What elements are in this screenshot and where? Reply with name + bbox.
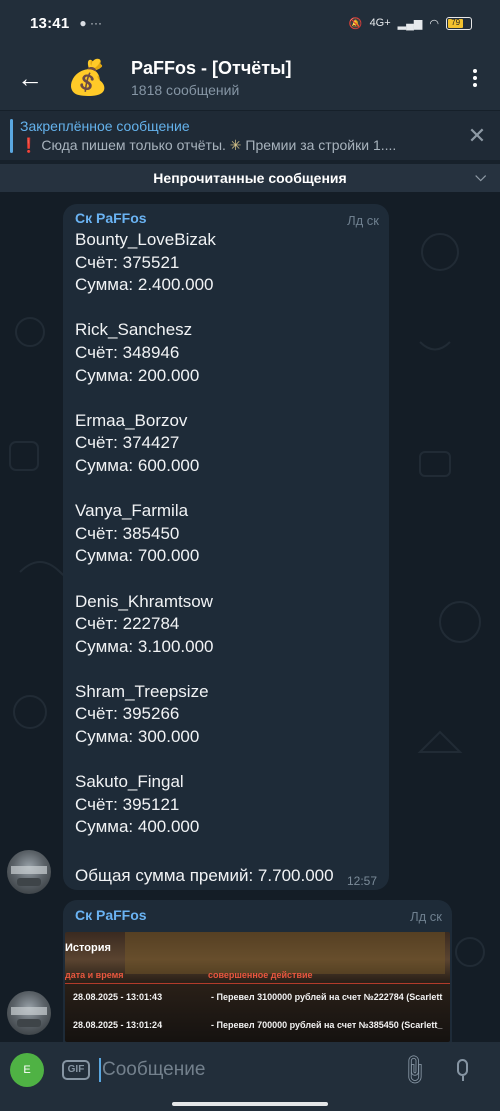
status-bar: 13:41 ● ··· 🔕 4G+ ▂▄▆ ◠ 79 xyxy=(0,0,500,46)
pinned-text-part2: Премии за стройки xyxy=(245,136,370,153)
avatar[interactable] xyxy=(7,850,51,894)
close-icon[interactable]: ✕ xyxy=(454,123,500,149)
unread-label: Непрочитанные сообщения xyxy=(153,170,347,186)
sender-badge: Лд ск xyxy=(410,909,442,924)
pinned-text-ellipsis: 1.... xyxy=(372,136,397,153)
entry-account: Счёт: 222784 xyxy=(75,614,180,634)
entry-account: Счёт: 375521 xyxy=(75,252,180,272)
battery-level: 79 xyxy=(448,18,464,28)
wifi-icon: ◠ xyxy=(429,17,439,30)
chat-title-block[interactable]: PaFFos - [Отчёты] 1818 сообщений xyxy=(131,58,291,98)
chat-header: ← 💰 PaFFos - [Отчёты] 1818 сообщений xyxy=(0,46,500,110)
entry-name: Denis_Khramtsow xyxy=(75,591,213,611)
exclamation-icon: ❗ xyxy=(20,136,38,153)
entry-name: Bounty_LoveBizak xyxy=(75,230,216,249)
entry-sum: Сумма: 200.000 xyxy=(75,365,200,385)
message-image[interactable]: История дата и время совершенное действи… xyxy=(65,932,450,1042)
entry-sum: Сумма: 700.000 xyxy=(75,546,200,566)
message-input[interactable] xyxy=(102,1058,392,1081)
chat-title: PaFFos - [Отчёты] xyxy=(131,58,292,78)
more-options-icon[interactable] xyxy=(450,69,500,87)
entry-name: Sakuto_Fingal xyxy=(75,772,184,792)
entry-sum: Сумма: 2.400.000 xyxy=(75,275,214,295)
gif-icon[interactable]: GIF xyxy=(62,1059,90,1080)
chat-area[interactable]: Ск PaFFos Лд ск Bounty_LoveBizak Счёт: 3… xyxy=(0,192,500,1042)
home-indicator[interactable] xyxy=(172,1102,328,1106)
battery-icon: 79 xyxy=(446,16,472,30)
entry-name: Rick_Sanchesz xyxy=(75,320,193,340)
entry-sum: Сумма: 600.000 xyxy=(75,455,200,475)
message-bubble[interactable]: Ск PaFFos Лд ск Bounty_LoveBizak Счёт: 3… xyxy=(63,204,389,890)
send-as-avatar[interactable]: E xyxy=(10,1052,44,1087)
chevron-down-icon[interactable]: ⌵ xyxy=(475,168,486,185)
entry-account: Счёт: 374427 xyxy=(75,433,180,453)
text-cursor xyxy=(99,1057,101,1082)
entry-sum: Сумма: 300.000 xyxy=(75,727,200,747)
image-col-action: совершенное действие xyxy=(208,970,313,980)
pinned-title: Закреплённое сообщение xyxy=(20,117,190,134)
message-time: 12:57 xyxy=(346,874,377,888)
image-row: 28.08.2025 - 13:01:24- Перевел 700000 ру… xyxy=(73,1020,443,1030)
signal-icon: ▂▄▆ xyxy=(397,17,423,30)
microphone-icon[interactable] xyxy=(454,1058,472,1081)
attach-icon[interactable]: 📎︎ xyxy=(395,1050,433,1088)
image-row: 28.08.2025 - 13:01:43- Перевел 3100000 р… xyxy=(73,992,443,1002)
message-composer: E GIF 📎︎ xyxy=(0,1042,500,1097)
total-sum: Общая сумма премий: 7.700.000 xyxy=(75,866,334,885)
entry-sum: Сумма: 400.000 xyxy=(75,817,200,837)
pinwheel-icon: ✳ xyxy=(229,136,242,153)
chat-message-count: 1818 сообщений xyxy=(131,82,240,98)
chat-avatar[interactable]: 💰 xyxy=(66,56,110,100)
status-right: 🔕 4G+ ▂▄▆ ◠ 79 xyxy=(348,16,472,30)
pinned-text-part1: Сюда пишем только отчёты. xyxy=(41,136,226,153)
entry-name: Shram_Treepsize xyxy=(75,681,209,701)
entry-account: Счёт: 395266 xyxy=(75,704,180,724)
image-col-date: дата и время xyxy=(65,970,124,980)
entry-name: Vanya_Farmila xyxy=(75,501,189,521)
pinned-indicator xyxy=(10,118,13,153)
mute-icon: 🔕 xyxy=(348,17,363,30)
message-sender[interactable]: Ск PaFFos xyxy=(75,907,440,923)
message-bubble[interactable]: Ск PaFFos Лд ск История дата и время сов… xyxy=(63,900,452,1042)
entry-account: Счёт: 385450 xyxy=(75,523,180,543)
entry-sum: Сумма: 3.100.000 xyxy=(75,636,214,656)
network-label: 4G+ xyxy=(369,17,391,29)
status-time: 13:41 xyxy=(30,14,70,32)
pinned-text: ❗ Сюда пишем только отчёты. ✳ Премии за … xyxy=(20,137,454,154)
sender-badge: Лд ск xyxy=(347,213,379,228)
entry-account: Счёт: 348946 xyxy=(75,342,180,362)
entry-name: Ermaa_Borzov xyxy=(75,410,188,430)
pinned-message-bar[interactable]: Закреплённое сообщение ❗ Сюда пишем толь… xyxy=(0,110,500,160)
message-sender[interactable]: Ск PaFFos xyxy=(75,210,377,226)
entry-account: Счёт: 395121 xyxy=(75,794,180,814)
back-arrow-icon[interactable]: ← xyxy=(0,63,60,94)
notification-icons: ● ··· xyxy=(79,16,102,30)
image-heading: История xyxy=(65,942,111,954)
message-text: Bounty_LoveBizak Счёт: 375521 Сумма: 2.4… xyxy=(75,229,377,839)
avatar[interactable] xyxy=(7,991,51,1035)
unread-divider: Непрочитанные сообщения ⌵ xyxy=(0,164,500,192)
